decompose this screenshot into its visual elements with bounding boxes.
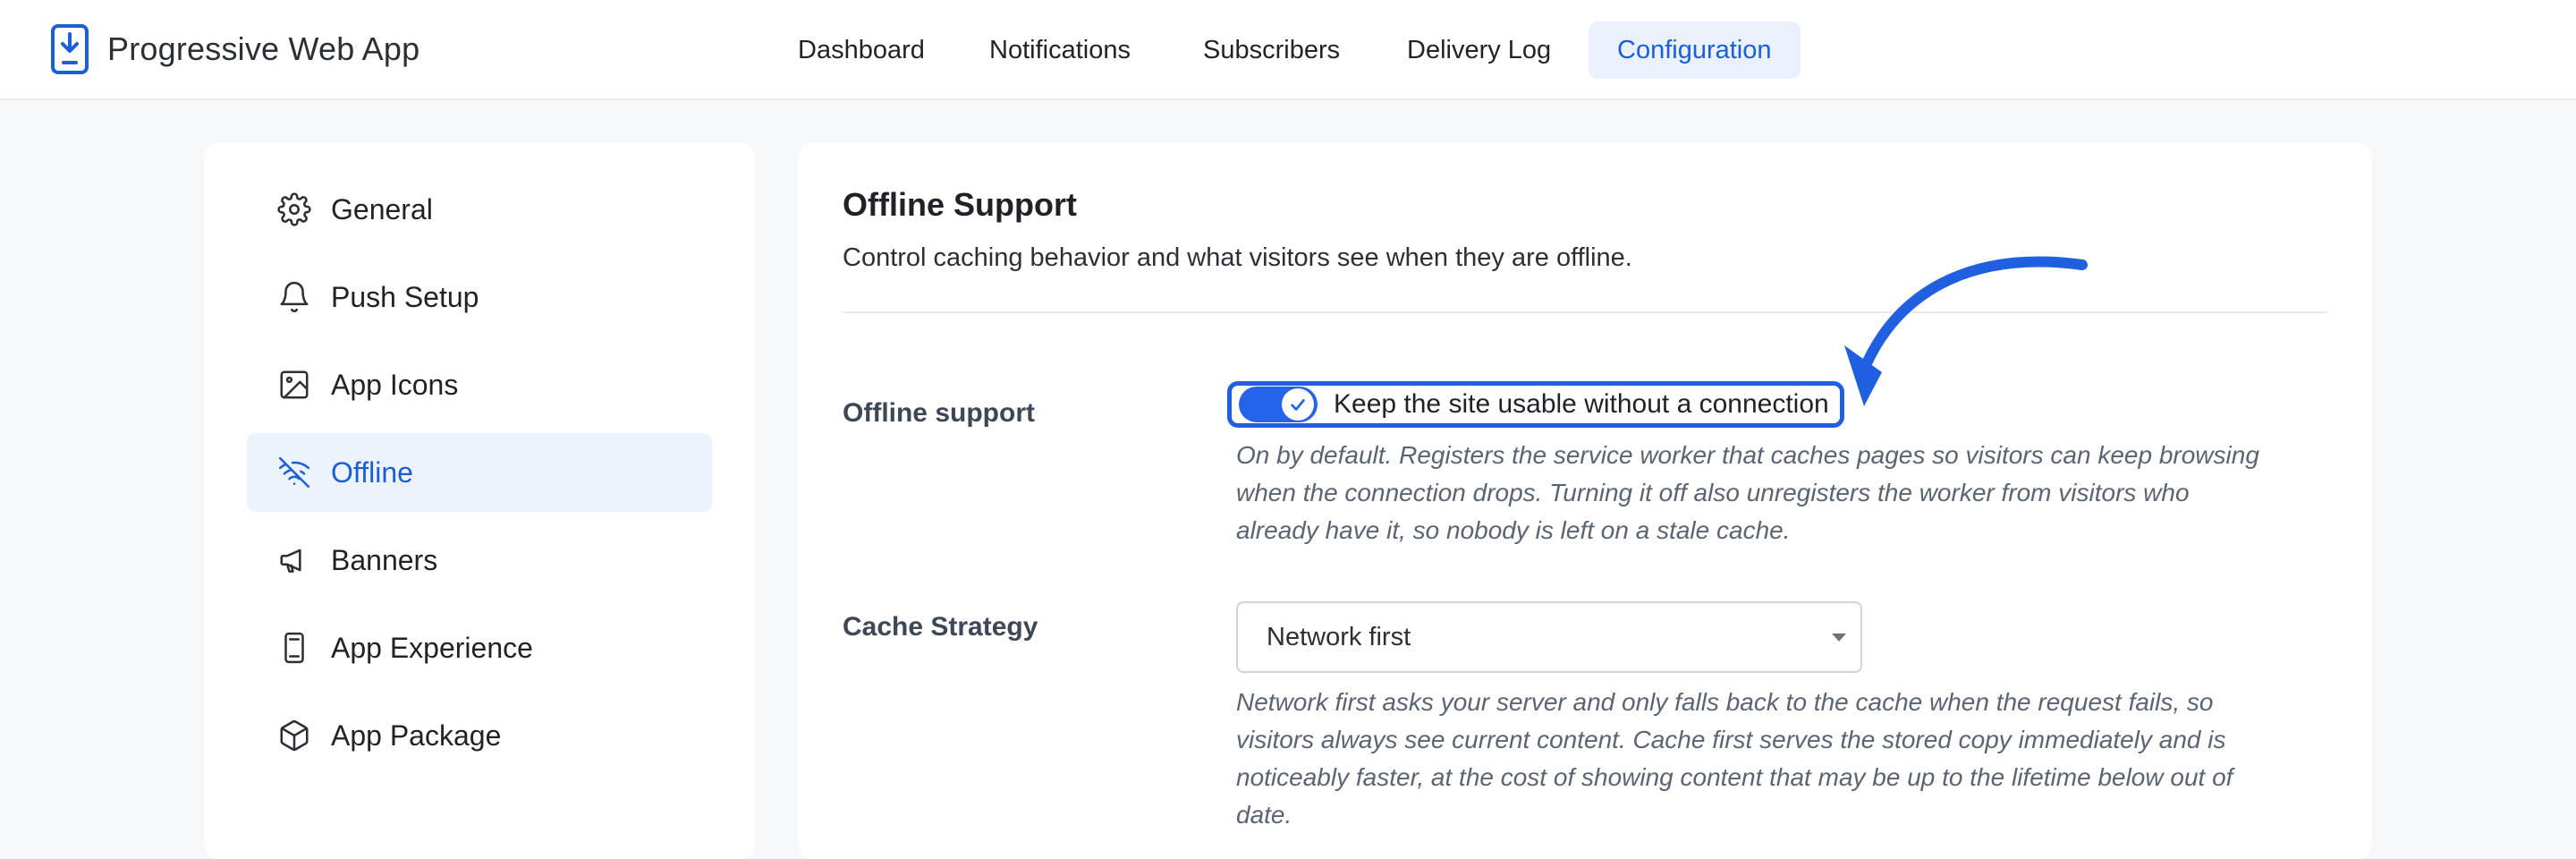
checkmark-icon [1291, 399, 1305, 411]
package-box-icon [280, 719, 309, 752]
sidebar-item-label: App Experience [331, 631, 533, 664]
sidebar-item-push-setup[interactable]: Push Setup [247, 258, 712, 336]
help-line: noticeably faster, at the cost of showin… [1236, 763, 2233, 791]
cache-strategy-select[interactable]: Network first [1236, 601, 1862, 673]
section-description: Control caching behavior and what visito… [843, 243, 1632, 272]
offline-support-help: On by default. Registers the service wor… [1236, 437, 2309, 549]
help-line: when the connection drops. Turning it of… [1236, 479, 2190, 506]
sidebar-item-label: Push Setup [331, 280, 479, 313]
help-line: already have it, so nobody is left on a … [1236, 516, 1791, 544]
settings-panel: Offline Support Control caching behavior… [798, 143, 2372, 859]
help-line: date. [1236, 801, 1292, 829]
cache-strategy-help: Network first asks your server and only … [1236, 684, 2309, 834]
section-divider [843, 311, 2327, 313]
cache-strategy-label: Cache Strategy [843, 612, 1038, 642]
nav-notifications[interactable]: Notifications [989, 21, 1131, 79]
section-title: Offline Support [843, 186, 1077, 223]
offline-support-toggle-row[interactable]: Keep the site usable without a connectio… [1227, 381, 1844, 428]
megaphone-icon [280, 549, 301, 573]
sidebar-item-app-experience[interactable]: App Experience [247, 608, 712, 687]
help-line: visitors always see current content. Cac… [1236, 726, 2226, 753]
sidebar-item-app-icons[interactable]: App Icons [247, 345, 712, 424]
offline-support-toggle[interactable] [1239, 387, 1318, 422]
mobile-device-icon [284, 632, 304, 664]
nav-subscribers[interactable]: Subscribers [1203, 21, 1340, 79]
sidebar-item-label: App Icons [331, 368, 459, 401]
sidebar-item-label: General [331, 192, 433, 225]
main-nav: Dashboard Notifications Subscribers Deli… [0, 21, 2576, 79]
sidebar-item-label: App Package [331, 719, 502, 752]
cache-strategy-selected: Network first [1267, 623, 1411, 651]
sidebar-item-label: Offline [331, 455, 413, 489]
nav-dashboard[interactable]: Dashboard [798, 21, 925, 79]
sidebar-item-app-package[interactable]: App Package [247, 696, 712, 775]
sidebar-item-general[interactable]: General [247, 170, 712, 249]
gear-icon [277, 192, 311, 226]
caret-down-icon [1832, 634, 1846, 642]
offline-support-label: Offline support [843, 398, 1035, 428]
wifi-off-icon [278, 456, 310, 489]
top-bar: Progressive Web App Dashboard Notificati… [0, 0, 2576, 100]
nav-delivery-log[interactable]: Delivery Log [1407, 21, 1551, 79]
image-icon [280, 370, 309, 399]
settings-sidebar: General Push Setup App Icons Offline Ban… [204, 143, 755, 859]
toggle-knob [1282, 388, 1314, 421]
sidebar-item-offline[interactable]: Offline [247, 433, 712, 512]
nav-configuration[interactable]: Configuration [1589, 21, 1801, 79]
help-line: On by default. Registers the service wor… [1236, 441, 2259, 469]
sidebar-item-banners[interactable]: Banners [247, 521, 712, 600]
sidebar-item-label: Banners [331, 543, 438, 576]
offline-support-toggle-label: Keep the site usable without a connectio… [1334, 389, 1829, 419]
bell-icon [280, 281, 309, 312]
help-line: Network first asks your server and only … [1236, 688, 2214, 716]
